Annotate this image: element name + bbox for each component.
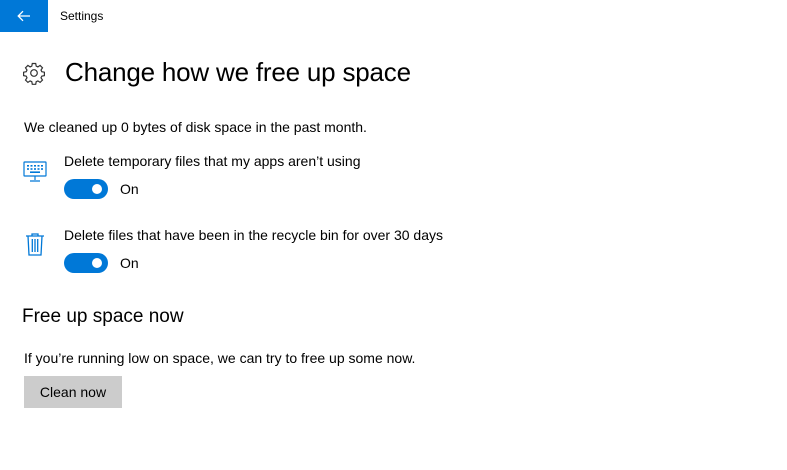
page-title: Change how we free up space xyxy=(65,57,411,87)
free-up-description: If you’re running low on space, we can t… xyxy=(24,350,416,366)
recycle-bin-icon xyxy=(26,233,44,256)
toggle-knob xyxy=(92,258,102,268)
temp-files-toggle[interactable]: On xyxy=(64,179,139,199)
toggle-state-label: On xyxy=(120,255,139,271)
toggle-switch[interactable] xyxy=(64,179,108,199)
window-title: Settings xyxy=(60,9,104,23)
option-label: Delete files that have been in the recyc… xyxy=(64,227,443,243)
option-label: Delete temporary files that my apps aren… xyxy=(64,153,361,169)
cleanup-summary: We cleaned up 0 bytes of disk space in t… xyxy=(24,119,367,135)
keyboard-icon xyxy=(23,161,47,182)
title-bar: Settings xyxy=(0,0,787,32)
clean-now-button[interactable]: Clean now xyxy=(24,376,122,408)
free-up-section-title: Free up space now xyxy=(22,306,184,327)
toggle-state-label: On xyxy=(120,181,139,197)
toggle-switch[interactable] xyxy=(64,253,108,273)
back-arrow-icon xyxy=(17,10,30,22)
back-button[interactable] xyxy=(0,0,48,32)
gear-icon xyxy=(23,62,45,85)
toggle-knob xyxy=(92,184,102,194)
page-header: Change how we free up space xyxy=(22,57,411,88)
recycle-bin-toggle[interactable]: On xyxy=(64,253,139,273)
